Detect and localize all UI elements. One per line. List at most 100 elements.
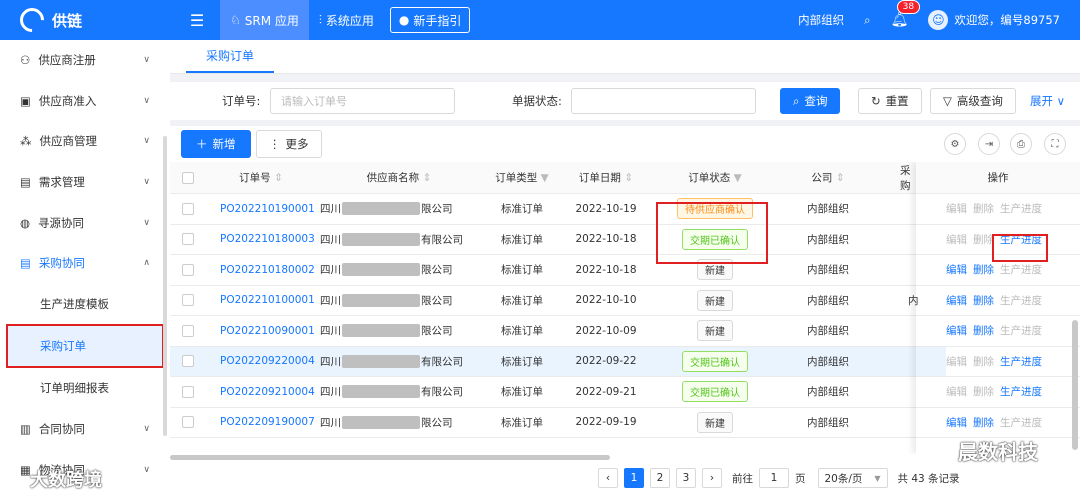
- checkbox[interactable]: [182, 355, 194, 368]
- sidebar-item-supplier-register[interactable]: ⚇ 供应商注册 ∨: [0, 40, 170, 81]
- order-no-link[interactable]: PO202209210004: [220, 377, 315, 407]
- app-logo[interactable]: 供链: [0, 0, 170, 40]
- supplier-suffix: 限公司: [421, 264, 453, 277]
- bell-icon[interactable]: 🔔︎ 38: [891, 0, 921, 28]
- row-checkbox-cell[interactable]: [180, 225, 196, 255]
- checkbox[interactable]: [182, 294, 194, 307]
- row-checkbox-cell[interactable]: [180, 347, 196, 377]
- sidebar-item-demand-manage[interactable]: ▤ 需求管理 ∨: [0, 162, 170, 203]
- sidebar-item-supplier-manage[interactable]: ⁂ 供应商管理 ∨: [0, 121, 170, 162]
- order-type: 标准订单: [501, 386, 543, 399]
- tab-system-app[interactable]: ⫶ 系统应用: [309, 0, 384, 40]
- more-button[interactable]: ⋮ 更多: [256, 130, 322, 158]
- order-type: 标准订单: [501, 203, 543, 216]
- header-order-status[interactable]: 订单状态 ▼: [652, 162, 778, 193]
- query-button[interactable]: ⌕ 查询: [780, 88, 841, 114]
- row-checkbox-cell[interactable]: [180, 377, 196, 407]
- order-no-link[interactable]: PO202210180003: [220, 225, 315, 255]
- guide-button[interactable]: ● 新手指引: [389, 7, 471, 33]
- checkbox[interactable]: [182, 202, 194, 215]
- expand-toggle[interactable]: 展开 ∨: [1030, 93, 1065, 109]
- row-checkbox-cell[interactable]: [180, 286, 196, 316]
- sidebar-sub-purchase-order[interactable]: 采购订单: [6, 324, 164, 369]
- add-button-label: 新增: [212, 137, 236, 151]
- vertical-scrollbar[interactable]: [1072, 320, 1078, 450]
- status-select[interactable]: [571, 88, 756, 114]
- supplier-prefix: 四川: [320, 294, 341, 307]
- checkbox[interactable]: [182, 385, 194, 398]
- row-checkbox-cell[interactable]: [180, 255, 196, 285]
- order-no-link[interactable]: PO202209190007: [220, 408, 315, 438]
- top-bar: 供链 ☰ ♘ SRM 应用 ⫶ 系统应用 ● 新手指引 内部组织 ⌕ 🔔︎ 38 …: [0, 0, 1080, 40]
- sidebar-item-contract[interactable]: ▥ 合同协同 ∨: [0, 409, 170, 450]
- checkbox[interactable]: [182, 233, 194, 246]
- chevron-down-icon: ∨: [143, 217, 150, 228]
- header-order-no[interactable]: 订单号 ⇕: [208, 162, 314, 193]
- header-company[interactable]: 公司 ⇕: [778, 162, 878, 193]
- goto-page-input[interactable]: 1: [759, 468, 789, 488]
- page-3[interactable]: 3: [676, 468, 696, 488]
- sidebar-sub-progress-template[interactable]: 生产进度模板: [0, 284, 170, 325]
- sidebar-sub-order-report[interactable]: 订单明细报表: [0, 368, 170, 409]
- contract-icon: ▥: [20, 422, 31, 437]
- filter-icon: ▼: [540, 171, 549, 184]
- menu-toggle-icon[interactable]: ☰: [182, 11, 212, 30]
- goto-label: 前往: [732, 472, 753, 485]
- header-label: 订单号: [239, 172, 271, 184]
- supplier-prefix: 四川: [320, 233, 341, 246]
- settings-icon[interactable]: ⚙: [944, 133, 966, 155]
- order-no-link[interactable]: PO202210090001: [220, 316, 315, 346]
- sidebar-scrollbar[interactable]: [163, 136, 167, 436]
- supplier-suffix: 限公司: [421, 294, 453, 307]
- order-no-link[interactable]: PO202210180002: [220, 255, 315, 285]
- org-switcher[interactable]: 内部组织: [798, 12, 844, 28]
- supplier-name: 四川 有限公司: [320, 225, 480, 255]
- row-checkbox-cell[interactable]: [180, 316, 196, 346]
- search-icon[interactable]: ⌕: [864, 13, 870, 28]
- sidebar-item-purchase-collab[interactable]: ▤ 采购协同 ∧: [0, 243, 170, 284]
- supplier-suffix: 限公司: [421, 325, 453, 338]
- reset-button[interactable]: ↻ 重置: [858, 88, 922, 114]
- page-1[interactable]: 1: [624, 468, 644, 488]
- row-checkbox-cell[interactable]: [180, 408, 196, 438]
- checkbox[interactable]: [182, 171, 194, 184]
- chevron-down-icon: ∨: [143, 55, 150, 66]
- tab-purchase-order[interactable]: 采购订单: [186, 39, 275, 73]
- row-checkbox-cell[interactable]: [180, 194, 196, 224]
- header-order-date[interactable]: 订单日期 ⇕: [560, 162, 652, 193]
- order-no-input[interactable]: 请输入订单号: [270, 88, 455, 114]
- list-icon: ▤: [20, 256, 31, 271]
- order-date: 2022-10-18: [575, 233, 637, 246]
- add-button[interactable]: ＋ 新增: [181, 130, 251, 158]
- prev-page-icon[interactable]: ‹: [598, 468, 618, 488]
- page-size-select[interactable]: 20条/页 ▼: [817, 468, 888, 488]
- header-label: 公司: [811, 172, 833, 184]
- order-no-link[interactable]: PO202210190001: [220, 194, 315, 224]
- redacted-mask: [342, 293, 420, 307]
- page-2[interactable]: 2: [650, 468, 670, 488]
- order-no-link[interactable]: PO202209220004: [220, 347, 315, 377]
- sidebar-item-sourcing[interactable]: ◍ 寻源协同 ∨: [0, 202, 170, 243]
- checkbox[interactable]: [182, 263, 194, 276]
- network-icon: ⁂: [20, 134, 32, 149]
- advanced-query-button[interactable]: ▽ 高级查询: [930, 88, 1016, 114]
- supplier-prefix: 四川: [320, 416, 341, 429]
- print-icon[interactable]: ⎙: [1010, 133, 1032, 155]
- user-menu[interactable]: ☺ 欢迎您，编号89757: [928, 10, 1060, 30]
- chevron-down-icon: ∨: [143, 95, 150, 106]
- sidebar-item-supplier-admission[interactable]: ▣ 供应商准入 ∨: [0, 81, 170, 122]
- header-supplier[interactable]: 供应商名称 ⇕: [314, 162, 484, 193]
- supplier-prefix: 四川: [320, 386, 341, 399]
- fullscreen-icon[interactable]: ⛶: [1044, 133, 1066, 155]
- tab-srm-app[interactable]: ♘ SRM 应用: [220, 0, 309, 40]
- order-no-link[interactable]: PO202210100001: [220, 286, 315, 316]
- checkbox[interactable]: [182, 324, 194, 337]
- status-badge: 新建: [697, 320, 733, 342]
- next-page-icon[interactable]: ›: [702, 468, 722, 488]
- checkbox[interactable]: [182, 416, 194, 429]
- chevron-down-icon: ∨: [1056, 94, 1066, 108]
- supplier-name: 四川 有限公司: [320, 347, 480, 377]
- header-order-type[interactable]: 订单类型 ▼: [484, 162, 560, 193]
- header-checkbox[interactable]: [180, 162, 196, 193]
- export-icon[interactable]: ⇥: [978, 133, 1000, 155]
